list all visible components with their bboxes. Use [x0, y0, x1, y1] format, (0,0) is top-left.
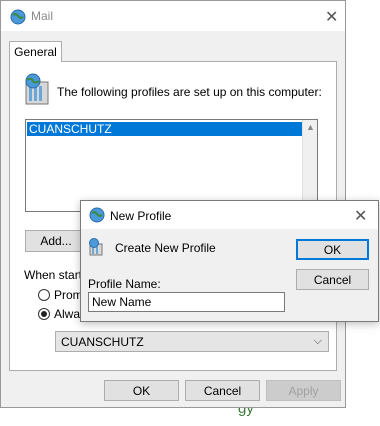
add-button-label: Add...: [40, 234, 72, 248]
profile-name-label: Profile Name:: [88, 277, 161, 291]
tab-general-label: General: [14, 45, 57, 59]
tab-general[interactable]: General: [9, 41, 62, 62]
create-profile-heading: Create New Profile: [115, 241, 216, 255]
list-scrollbar[interactable]: ▲ ▼: [302, 120, 317, 211]
mail-window-title: Mail: [31, 9, 54, 23]
chevron-down-icon: ⌵: [313, 335, 322, 347]
new-profile-title: New Profile: [110, 209, 172, 223]
new-profile-titlebar: New Profile ✕: [81, 201, 378, 229]
dialog-cancel-button[interactable]: Cancel: [296, 269, 369, 290]
create-profile-icon: [89, 238, 103, 256]
apply-button[interactable]: Apply: [266, 380, 341, 401]
dialog-app-icon: [89, 207, 105, 223]
new-profile-dialog: New Profile ✕ Create New Profile Profile…: [80, 200, 379, 322]
mail-app-icon: [10, 9, 26, 25]
startup-label: When start: [24, 268, 83, 282]
ok-button-label: OK: [132, 383, 151, 398]
profiles-list[interactable]: CUANSCHUTZ ▲ ▼: [25, 119, 318, 212]
profiles-heading: The following profiles are set up on thi…: [57, 85, 322, 99]
mail-titlebar: Mail ✕: [1, 1, 345, 31]
list-item[interactable]: CUANSCHUTZ: [27, 122, 302, 136]
cancel-button[interactable]: Cancel: [185, 380, 260, 401]
default-profile-select[interactable]: CUANSCHUTZ ⌵: [55, 331, 329, 352]
dialog-ok-label: OK: [323, 242, 342, 257]
dialog-cancel-label: Cancel: [313, 272, 352, 287]
prompt-profile-radio[interactable]: [38, 289, 50, 301]
ok-button[interactable]: OK: [104, 380, 179, 401]
always-use-profile-radio[interactable]: [38, 308, 50, 320]
close-icon[interactable]: ✕: [325, 7, 338, 27]
profiles-icon: [25, 73, 49, 105]
add-profile-button[interactable]: Add...: [25, 230, 87, 252]
dialog-ok-button[interactable]: OK: [296, 239, 369, 260]
scroll-up-icon[interactable]: ▲: [306, 122, 315, 132]
profile-name-input[interactable]: [88, 292, 285, 312]
default-profile-value: CUANSCHUTZ: [61, 334, 144, 349]
apply-button-label: Apply: [288, 383, 319, 398]
dialog-close-icon[interactable]: ✕: [354, 206, 367, 226]
cancel-button-label: Cancel: [203, 383, 242, 398]
